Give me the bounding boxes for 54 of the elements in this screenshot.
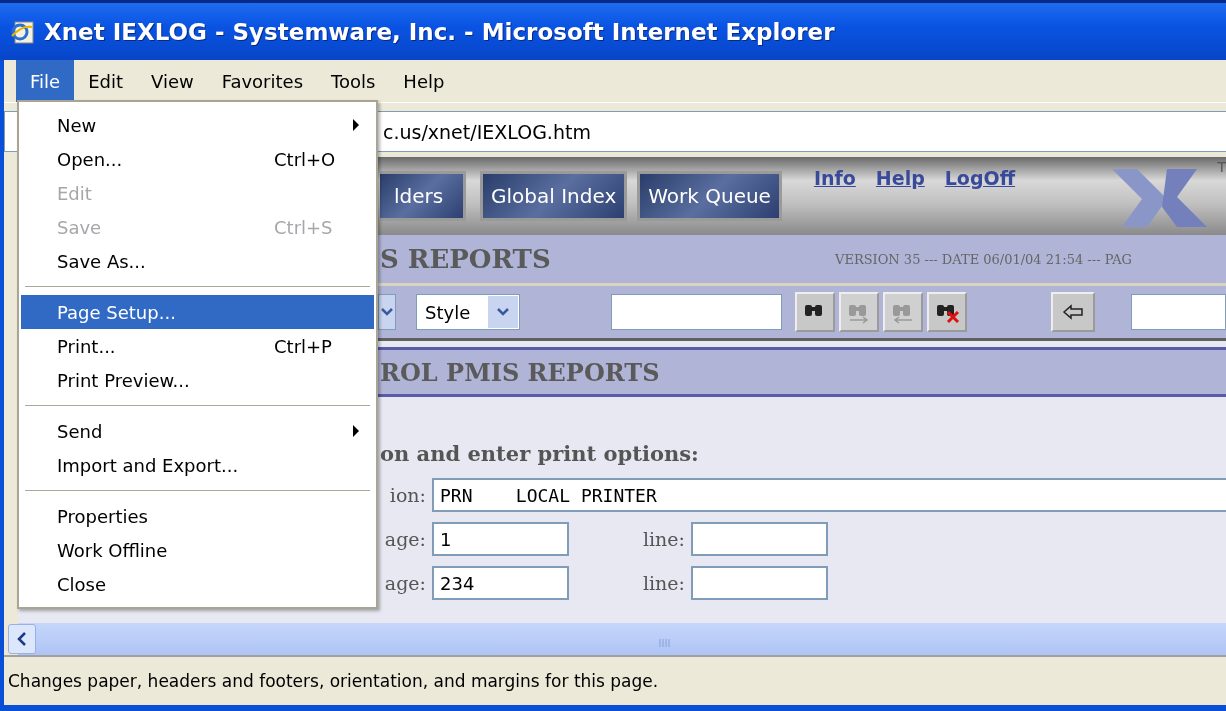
instruction-text: on and enter print options: — [380, 441, 700, 466]
field-label: line: — [641, 528, 685, 550]
menu-item[interactable]: Import and Export... — [21, 448, 374, 482]
menu-item[interactable]: Page Setup... — [21, 295, 374, 329]
nav-link[interactable]: Help — [875, 167, 925, 189]
menu-item[interactable]: Work Offline — [21, 533, 374, 567]
page-number-field[interactable] — [1131, 294, 1226, 330]
find-button[interactable] — [795, 292, 835, 332]
browser-icon — [10, 18, 36, 45]
dropdown[interactable] — [378, 294, 396, 330]
nav-link[interactable]: Info — [813, 167, 856, 189]
page-title: S REPORTS — [380, 244, 552, 274]
menu-bar-item[interactable]: Help — [389, 60, 459, 102]
menu-bar-item[interactable]: Edit — [74, 60, 137, 102]
status-text: Changes paper, headers and footers, orientation, and margins for this page. — [8, 671, 659, 691]
menu-bar-item[interactable]: Favorites — [207, 60, 317, 102]
nav-link[interactable]: LogOff — [944, 167, 1016, 189]
nav-button[interactable]: Work Queue — [637, 171, 782, 221]
nav-button[interactable]: lders — [380, 171, 466, 221]
menu-item[interactable]: Close — [21, 567, 374, 601]
version-text: VERSION 35 --- DATE 06/01/04 21:54 --- PAG — [835, 251, 1132, 267]
page-field[interactable]: 234 — [432, 566, 569, 600]
caret-icon — [381, 307, 393, 317]
field-label: ion: — [388, 484, 426, 506]
field-label: age: — [383, 528, 426, 550]
menu-bar-item[interactable]: View — [137, 60, 208, 102]
menu-item[interactable]: Save As... — [21, 244, 374, 278]
horizontal-scrollbar[interactable] — [4, 623, 1226, 655]
menu-bar-item[interactable]: File — [16, 60, 75, 102]
menu-item[interactable]: Send — [21, 414, 374, 448]
logo-mark: T — [1217, 159, 1226, 175]
menu-item[interactable]: Print Preview... — [21, 363, 374, 397]
search-field[interactable] — [611, 294, 782, 330]
find-button[interactable] — [927, 292, 967, 332]
line-field[interactable] — [691, 566, 828, 600]
nav-button[interactable]: Global Index — [480, 171, 628, 221]
field-label: age: — [383, 572, 426, 594]
style-dropdown[interactable]: Style — [416, 294, 520, 330]
window-title: Xnet IEXLOG - Systemware, Inc. - Microsoft Internet Explorer — [44, 18, 835, 45]
back-button[interactable] — [1051, 292, 1095, 332]
left-chevron-icon — [17, 632, 27, 646]
grip-icon — [658, 638, 672, 648]
line-field[interactable] — [691, 522, 828, 556]
left-arrow-icon — [1062, 304, 1084, 320]
menu-item[interactable]: Properties — [21, 499, 374, 533]
destination-field[interactable]: PRN LOCAL PRINTER — [432, 478, 1226, 512]
scroll-left-button[interactable] — [8, 624, 36, 654]
field-label: line: — [641, 572, 685, 594]
caret-icon — [496, 307, 510, 317]
menu-item[interactable]: New — [21, 108, 374, 142]
menu-bar-item[interactable]: Tools — [317, 60, 390, 102]
submenu-arrow-icon — [352, 118, 360, 132]
submenu-arrow-icon — [352, 424, 360, 438]
page-field[interactable]: 1 — [432, 522, 569, 556]
